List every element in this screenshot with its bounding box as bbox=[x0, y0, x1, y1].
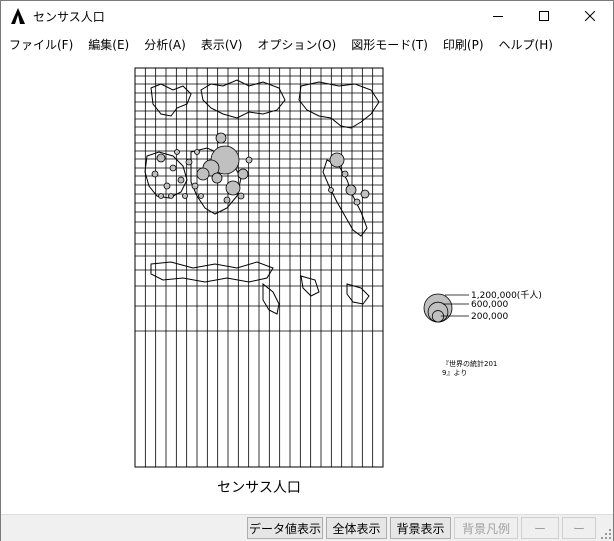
map-title: センサス人口 bbox=[217, 480, 301, 496]
population-symbol bbox=[225, 180, 241, 196]
population-symbol bbox=[182, 193, 188, 199]
data-value-button[interactable]: データ値表示 bbox=[247, 517, 323, 539]
menu-item-1[interactable]: 編集(E) bbox=[80, 36, 136, 53]
legend-label: 600,000 bbox=[471, 300, 508, 310]
population-symbol bbox=[168, 193, 174, 199]
population-symbol bbox=[174, 149, 180, 155]
population-symbol bbox=[237, 168, 249, 180]
minimize-button[interactable] bbox=[475, 1, 521, 31]
population-symbol bbox=[156, 153, 166, 163]
source-note: 9』より bbox=[442, 369, 467, 377]
menu-bar: ファイル(F) 編集(E) 分析(A) 表示(V) オプション(O) 図形モード(T) 印刷… bbox=[1, 33, 613, 55]
title-bar[interactable]: センサス人口 bbox=[1, 1, 613, 31]
map-figure: センサス人口1,200,000(千人)600,000200,000『世界の統計2… bbox=[134, 67, 542, 496]
population-symbol bbox=[329, 152, 345, 168]
status-bar: データ値表示 全体表示 背景表示 背景凡例ーー bbox=[1, 514, 613, 541]
menu-item-2[interactable]: 分析(A) bbox=[136, 36, 193, 53]
maximize-button[interactable] bbox=[521, 1, 567, 31]
background-legend-button[interactable]: 背景凡例 bbox=[454, 517, 518, 539]
population-symbol bbox=[163, 182, 171, 190]
population-symbol bbox=[328, 187, 334, 193]
extra-button-2[interactable]: ー bbox=[562, 517, 596, 539]
population-symbol bbox=[169, 164, 177, 172]
population-symbol bbox=[215, 132, 227, 144]
population-symbol bbox=[353, 198, 361, 206]
population-symbol bbox=[196, 167, 210, 181]
population-symbol bbox=[237, 192, 245, 200]
population-symbol bbox=[177, 176, 185, 184]
menu-item-5[interactable]: 図形モード(T) bbox=[343, 36, 435, 53]
population-symbol bbox=[151, 170, 159, 178]
background-button[interactable]: 背景表示 bbox=[390, 517, 451, 539]
menu-item-3[interactable]: 表示(V) bbox=[193, 36, 250, 53]
legend-label: 200,000 bbox=[471, 312, 508, 322]
close-button[interactable] bbox=[567, 1, 613, 31]
app-window: センサス人口 ファイル(F) 編集(E) 分析(A) 表示(V) オプション(O) 図形モ… bbox=[0, 0, 614, 541]
maximize-icon bbox=[539, 11, 549, 21]
population-symbol bbox=[194, 149, 200, 155]
minimize-icon bbox=[493, 16, 503, 17]
app-logo-icon bbox=[11, 8, 25, 24]
menu-item-7[interactable]: ヘルプ(H) bbox=[491, 36, 560, 53]
menu-item-6[interactable]: 印刷(P) bbox=[435, 36, 491, 53]
window-title: センサス人口 bbox=[33, 9, 105, 24]
population-symbol bbox=[185, 158, 193, 166]
menu-item-0[interactable]: ファイル(F) bbox=[1, 36, 80, 53]
extra-button-1[interactable]: ー bbox=[521, 517, 559, 539]
full-view-button[interactable]: 全体表示 bbox=[326, 517, 387, 539]
population-symbol bbox=[345, 184, 357, 196]
resize-grip-icon[interactable] bbox=[601, 529, 611, 539]
population-symbol bbox=[158, 193, 164, 199]
close-icon bbox=[585, 11, 595, 21]
menu-item-4[interactable]: オプション(O) bbox=[249, 36, 343, 53]
population-symbol bbox=[245, 156, 253, 164]
population-symbol bbox=[360, 189, 370, 199]
population-symbol bbox=[341, 170, 349, 178]
map-canvas[interactable]: センサス人口 1,200,000(千人) 600,000 200,000 『世界の統計2… bbox=[1, 56, 613, 514]
population-symbol bbox=[198, 193, 204, 199]
population-symbol bbox=[223, 196, 231, 204]
population-symbol bbox=[211, 172, 223, 184]
source-note: 『世界の統計201 bbox=[442, 359, 497, 368]
population-symbol bbox=[191, 182, 199, 190]
